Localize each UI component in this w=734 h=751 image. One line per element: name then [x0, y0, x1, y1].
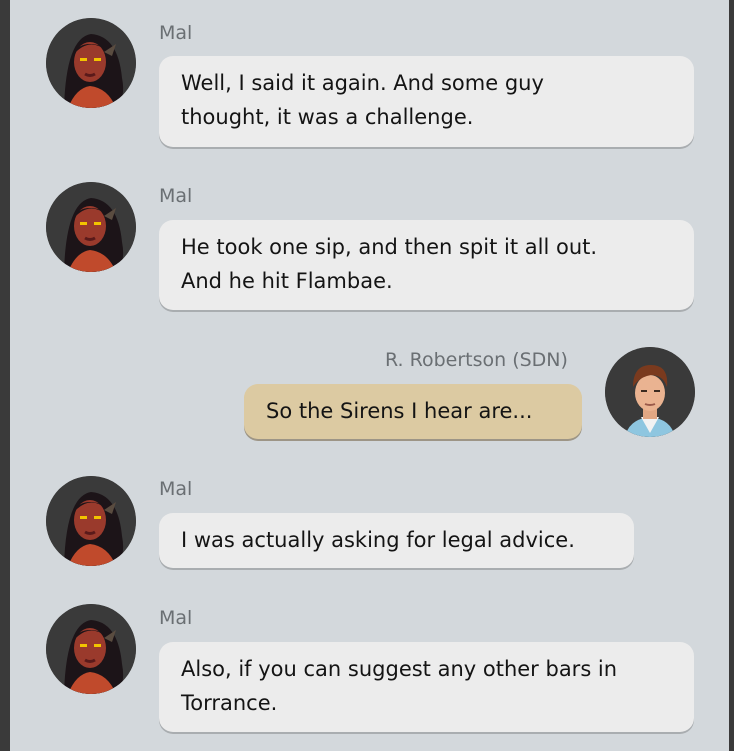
message-bubble: So the Sirens I hear are...: [244, 384, 582, 439]
mal-avatar-icon[interactable]: [46, 476, 136, 566]
sender-name: R. Robertson (SDN): [385, 349, 568, 371]
message-bubble: He took one sip, and then spit it all ou…: [159, 220, 694, 310]
window-frame-right: [729, 0, 734, 751]
window-frame-left: [0, 0, 10, 751]
mal-avatar-icon[interactable]: [46, 182, 136, 272]
message-bubble: Well, I said it again. And some guy thou…: [159, 56, 694, 147]
sender-name: Mal: [159, 478, 193, 500]
sender-name: Mal: [159, 607, 193, 629]
sender-name: Mal: [159, 185, 193, 207]
mal-avatar-icon[interactable]: [46, 18, 136, 108]
sender-name: Mal: [159, 22, 193, 44]
message-bubble: I was actually asking for legal advice.: [159, 513, 634, 568]
robertson-avatar-icon[interactable]: [605, 347, 695, 437]
mal-avatar-icon[interactable]: [46, 604, 136, 694]
message-bubble: Also, if you can suggest any other bars …: [159, 642, 694, 732]
